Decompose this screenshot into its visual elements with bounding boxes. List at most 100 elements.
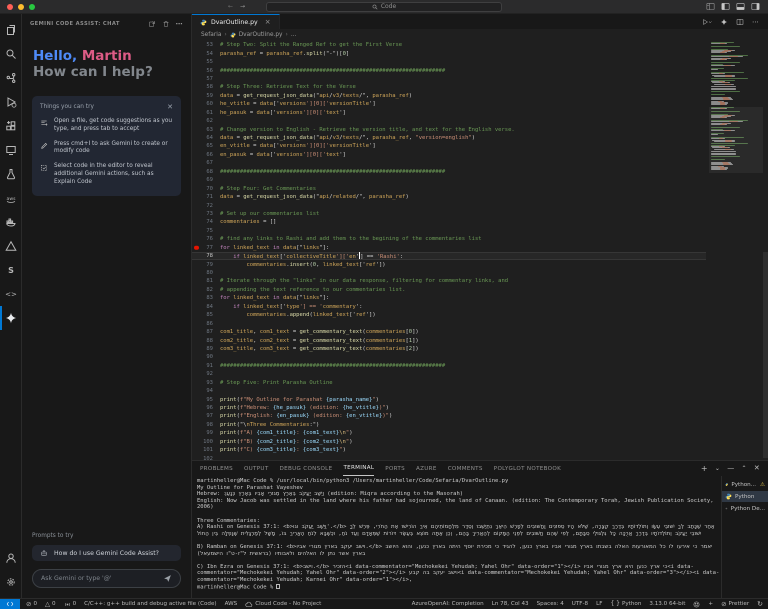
code-line[interactable]: 102 [192, 454, 706, 460]
close-tab-icon[interactable]: × [265, 18, 271, 26]
code-line[interactable]: 82# appending the text reference to our … [192, 286, 706, 294]
customize-layout-icon[interactable] [706, 2, 715, 11]
breadcrumb-symbol[interactable]: ... [291, 32, 297, 38]
new-terminal-icon[interactable]: + [701, 465, 708, 473]
code-line[interactable]: 59data = get_request_json_data("api/v3/t… [192, 92, 706, 100]
code-line[interactable]: 92 [192, 370, 706, 378]
close-icon[interactable]: ✕ [167, 103, 173, 111]
status-item-3-13-0-64-bit[interactable]: 3.13.0 64-bit [649, 601, 685, 607]
terminal-output[interactable]: martinheller@Mac Code % /usr/local/bin/p… [192, 476, 721, 598]
code-line[interactable]: 71data = get_request_json_data("api/rela… [192, 193, 706, 201]
editor-scrollbar[interactable] [763, 252, 768, 458]
panel-minimize-icon[interactable]: — [727, 465, 734, 472]
code-line[interactable]: 101print(f"C) {com3_title}: {com3_text}"… [192, 446, 706, 454]
status-item-spaces-4[interactable]: Spaces: 4 [537, 601, 564, 607]
code-line[interactable]: 63# Change version to English - Retrieve… [192, 125, 706, 133]
breakpoint-icon[interactable] [194, 245, 199, 250]
code-line[interactable]: 88com2_title, com2_text = get_commentary… [192, 336, 706, 344]
code-line[interactable]: 93# Step Five: Print Parasha Outline [192, 379, 706, 387]
code-line[interactable]: 85 commentaries.append(linked_text['ref'… [192, 311, 706, 319]
code-line[interactable]: 98print("\nThree Commentaries:") [192, 421, 706, 429]
code-line[interactable]: 66en_pasuk = data['versions'][0]['text'] [192, 151, 706, 159]
tab-dvaroutline[interactable]: DvarOutline.py × [192, 14, 280, 29]
code-line[interactable]: 69 [192, 176, 706, 184]
code-line[interactable]: 77for linked_text in data["links"]: [192, 244, 706, 252]
code-line[interactable]: 78 if linked_text['collectiveTitle']['en… [192, 252, 706, 260]
code-line[interactable]: 62 [192, 117, 706, 125]
status-item-cloud-code-no-project[interactable]: Cloud Code - No Project [245, 601, 321, 608]
code-line[interactable]: 100print(f"B) {com2_title}: {com2_text}\… [192, 438, 706, 446]
status-item-0[interactable]: △0 [45, 601, 56, 608]
code-line[interactable]: 53# Step Two: Split the Ranged Ref to ge… [192, 41, 706, 49]
code-tags-icon[interactable]: <> [0, 282, 22, 306]
status-item-c-c-g-build-and-debug-active-file-code[interactable]: C/C++: g++ build and debug active file (… [84, 601, 216, 607]
code-line[interactable]: 81# Iterate through the "links" in our d… [192, 277, 706, 285]
source-control-icon[interactable] [0, 66, 22, 90]
code-line[interactable]: 61he_pasuk = data['versions'][0]['text'] [192, 109, 706, 117]
minimap[interactable] [711, 42, 761, 460]
search-icon[interactable] [0, 42, 22, 66]
terminal-list-item[interactable]: Python De... [722, 503, 768, 514]
extensions-icon[interactable] [0, 114, 22, 138]
breadcrumb[interactable]: Sefaria › DvarOutline.py › ... [192, 29, 768, 40]
docker-icon[interactable] [0, 210, 22, 234]
panel-tab-debug-console[interactable]: DEBUG CONSOLE [280, 461, 333, 476]
remote-explorer-icon[interactable] [0, 138, 22, 162]
code-line[interactable]: 96print(f"Hebrew: {he_pasuk} (edition: {… [192, 404, 706, 412]
panel-tab-comments[interactable]: COMMENTS [448, 461, 483, 476]
code-line[interactable]: 76# find any links to Rashi and add them… [192, 235, 706, 243]
code-line[interactable]: 79 commentaries.insert(0, linked_text['r… [192, 260, 706, 268]
toggle-panel-icon[interactable] [736, 2, 745, 11]
status-item-[interactable]: + [708, 601, 713, 607]
toggle-primary-sidebar-icon[interactable] [721, 2, 730, 11]
delete-chat-icon[interactable] [162, 20, 170, 28]
s-extension-icon[interactable]: S [0, 258, 22, 282]
explorer-icon[interactable] [0, 18, 22, 42]
status-item-lf[interactable]: LF [596, 601, 602, 607]
history-forward-icon[interactable]: → [240, 4, 245, 10]
code-line[interactable]: 64data = get_request_json_data("api/v3/t… [192, 134, 706, 142]
status-item-ln-78-col-43[interactable]: Ln 78, Col 43 [492, 601, 529, 607]
split-editor-icon[interactable] [736, 18, 744, 26]
panel-tab-polyglot-notebook[interactable]: POLYGLOT NOTEBOOK [494, 461, 561, 476]
status-item-aws[interactable]: AWS [225, 601, 238, 607]
status-item-azureopenai-completion[interactable]: AzureOpenAI: Completion [412, 601, 484, 607]
code-line[interactable]: 90 [192, 353, 706, 361]
chat-input[interactable]: Ask Gemini or type '@' [32, 569, 181, 588]
send-icon[interactable] [163, 574, 172, 583]
panel-tab-problems[interactable]: PROBLEMS [200, 461, 233, 476]
status-item-0[interactable]: ⊘0 [26, 601, 37, 608]
panel-close-icon[interactable]: ✕ [754, 465, 760, 472]
status-item-sync[interactable]: ↻ [757, 601, 763, 608]
gemini-icon[interactable] [0, 306, 22, 330]
breadcrumb-folder[interactable]: Sefaria [201, 32, 221, 38]
code-line[interactable]: 84 if linked_text['type'] == 'commentary… [192, 303, 706, 311]
code-line[interactable]: 99print(f"A) {com1_title}: {com1_text}\n… [192, 429, 706, 437]
toggle-secondary-sidebar-icon[interactable] [751, 2, 760, 11]
code-line[interactable]: 75 [192, 227, 706, 235]
code-line[interactable]: 60he_vtitle = data['versions'][0]['versi… [192, 100, 706, 108]
code-line[interactable]: 94 [192, 387, 706, 395]
code-line[interactable]: 91######################################… [192, 362, 706, 370]
aws-icon[interactable]: aws [0, 186, 22, 210]
code-line[interactable]: 89com3_title, com3_text = get_commentary… [192, 345, 706, 353]
more-actions-icon[interactable]: ⋯ [176, 20, 183, 28]
run-debug-icon[interactable] [0, 90, 22, 114]
code-line[interactable]: 56######################################… [192, 66, 706, 74]
panel-tab-ports[interactable]: PORTS [385, 461, 405, 476]
close-window-button[interactable] [7, 4, 13, 10]
command-center-search[interactable]: Code [266, 2, 502, 12]
run-python-file-icon[interactable] [702, 18, 712, 26]
test-beaker-icon[interactable] [0, 162, 22, 186]
status-item-prettier[interactable]: ⊘Prettier [721, 601, 749, 608]
code-line[interactable]: 72 [192, 201, 706, 209]
code-line[interactable]: 73# Set up our commentaries list [192, 210, 706, 218]
code-line[interactable]: 74commentaries = [] [192, 218, 706, 226]
prompt-suggestion-button[interactable]: How do I use Gemini Code Assist? [32, 545, 181, 561]
status-item-0[interactable]: 0 [64, 601, 77, 608]
code-line[interactable]: 55 [192, 58, 706, 66]
code-line[interactable]: 80 [192, 269, 706, 277]
code-line[interactable]: 87com1_title, com1_text = get_commentary… [192, 328, 706, 336]
code-line[interactable]: 58# Step Three: Retrieve Text for the Ve… [192, 83, 706, 91]
history-back-icon[interactable]: ← [228, 4, 233, 10]
